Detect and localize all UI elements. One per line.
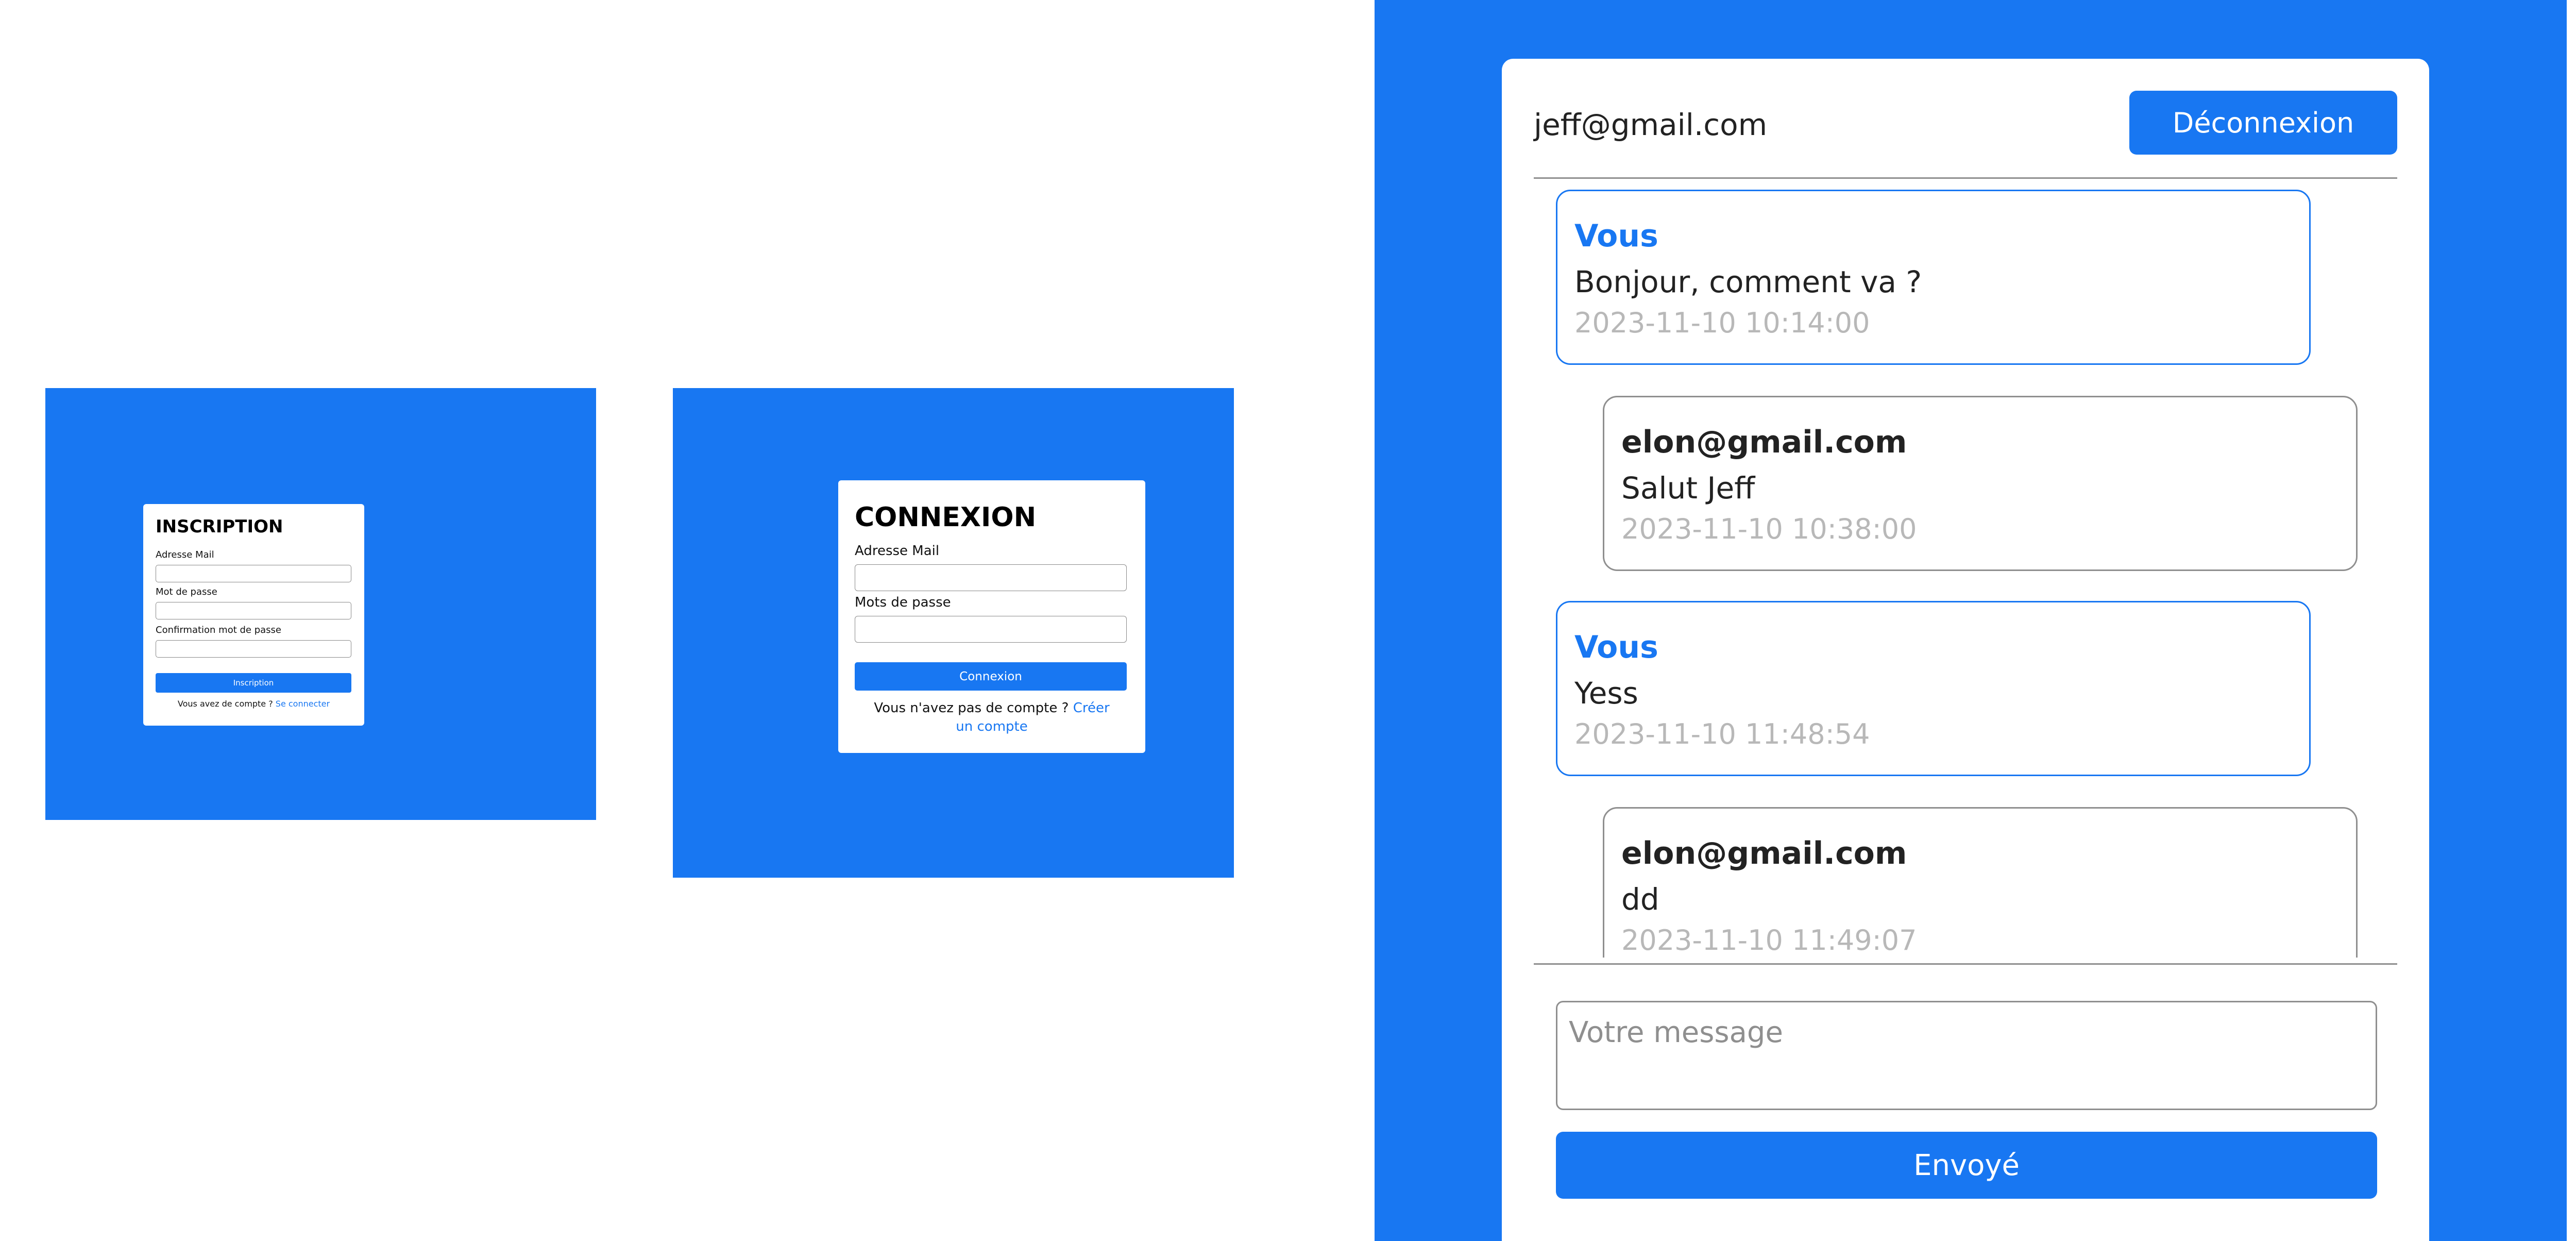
message-text: Yess: [1574, 676, 1638, 711]
message-item: Vous Yess 2023-11-10 11:48:54: [1556, 601, 2311, 776]
login-link[interactable]: Se connecter: [276, 699, 330, 709]
message-time: 2023-11-10 11:48:54: [1574, 718, 1870, 750]
login-password-label: Mots de passe: [855, 595, 951, 610]
login-submit-button[interactable]: Connexion: [855, 662, 1127, 691]
login-footer-text: Vous n'avez pas de compte ?: [874, 700, 1069, 716]
message-sender: elon@gmail.com: [1621, 835, 1907, 871]
login-panel: CONNEXION Adresse Mail Mots de passe Con…: [673, 388, 1234, 878]
register-password-input[interactable]: [156, 602, 351, 619]
message-input[interactable]: [1556, 1001, 2377, 1110]
message-time: 2023-11-10 10:14:00: [1574, 307, 1870, 339]
register-confirm-label: Confirmation mot de passe: [156, 625, 282, 635]
register-panel: INSCRIPTION Adresse Mail Mot de passe Co…: [45, 388, 596, 820]
register-email-input[interactable]: [156, 565, 351, 582]
register-footer-text: Vous avez de compte ?: [177, 699, 273, 709]
login-email-label: Adresse Mail: [855, 543, 940, 559]
login-footer: Vous n'avez pas de compte ? Créer un com…: [869, 699, 1114, 736]
message-sender: Vous: [1574, 629, 1658, 665]
login-email-input[interactable]: [855, 564, 1127, 591]
message-item: elon@gmail.com dd 2023-11-10 11:49:07: [1603, 807, 2358, 958]
message-sender: Vous: [1574, 218, 1658, 254]
register-password-label: Mot de passe: [156, 586, 217, 597]
message-sender: elon@gmail.com: [1621, 424, 1907, 460]
compose-divider: [1534, 963, 2397, 965]
message-text: Salut Jeff: [1621, 471, 1755, 506]
register-confirm-input[interactable]: [156, 640, 351, 658]
register-email-label: Adresse Mail: [156, 549, 214, 560]
register-title: INSCRIPTION: [156, 516, 283, 537]
current-user-email: jeff@gmail.com: [1534, 107, 1768, 142]
message-time: 2023-11-10 11:49:07: [1621, 924, 1917, 957]
logout-button[interactable]: Déconnexion: [2129, 91, 2397, 155]
send-button[interactable]: Envoyé: [1556, 1132, 2377, 1199]
message-list[interactable]: Vous Bonjour, comment va ? 2023-11-10 10…: [1534, 177, 2397, 958]
register-card: INSCRIPTION Adresse Mail Mot de passe Co…: [143, 504, 364, 726]
chat-panel: jeff@gmail.com Déconnexion Vous Bonjour,…: [1375, 0, 2567, 1241]
login-card: CONNEXION Adresse Mail Mots de passe Con…: [838, 480, 1145, 753]
message-time: 2023-11-10 10:38:00: [1621, 513, 1917, 545]
chat-card: jeff@gmail.com Déconnexion Vous Bonjour,…: [1502, 59, 2429, 1241]
message-item: elon@gmail.com Salut Jeff 2023-11-10 10:…: [1603, 396, 2358, 571]
register-footer: Vous avez de compte ? Se connecter: [143, 699, 364, 709]
message-text: dd: [1621, 882, 1659, 917]
register-submit-button[interactable]: Inscription: [156, 673, 351, 693]
message-text: Bonjour, comment va ?: [1574, 264, 1922, 299]
message-item: Vous Bonjour, comment va ? 2023-11-10 10…: [1556, 190, 2311, 365]
login-password-input[interactable]: [855, 616, 1127, 643]
login-title: CONNEXION: [855, 502, 1037, 533]
